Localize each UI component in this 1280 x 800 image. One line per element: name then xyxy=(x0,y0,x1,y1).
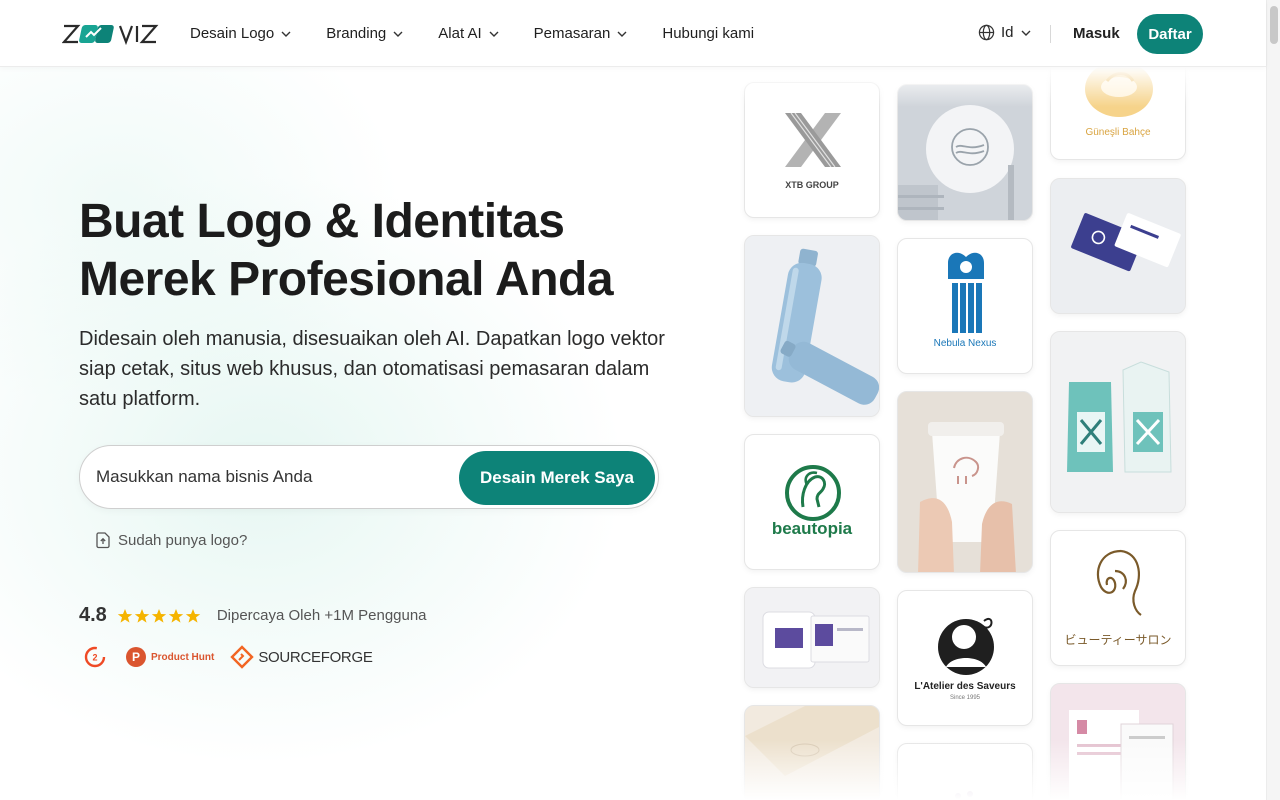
coffee-cup-image xyxy=(898,392,1032,572)
rating-row: 4.8 Dipercaya Oleh +1M Pengguna xyxy=(79,604,427,627)
gallery-tile-bottles[interactable] xyxy=(744,235,880,417)
gallery-tile-coffee-bags[interactable] xyxy=(1050,331,1186,513)
chevron-down-icon xyxy=(281,31,291,37)
atelier-since: Since 1995 xyxy=(949,695,981,701)
business-name-input[interactable] xyxy=(96,446,456,508)
signup-button[interactable]: Daftar xyxy=(1137,14,1203,54)
star-rating xyxy=(117,608,201,624)
nav-desain-logo[interactable]: Desain Logo xyxy=(190,25,292,42)
star-icon xyxy=(185,608,201,623)
sourceforge-logo[interactable]: SOURCEFORGE xyxy=(230,645,373,669)
partial-logo-image xyxy=(955,791,973,799)
language-selector[interactable]: Id xyxy=(978,24,1032,41)
business-name-form: Desain Merek Saya xyxy=(79,445,659,509)
gallery-tile-stationery[interactable] xyxy=(1050,683,1186,800)
trusted-text: Dipercaya Oleh +1M Pengguna xyxy=(216,607,427,624)
g2-logo[interactable]: 2 xyxy=(84,646,106,668)
gunesli-caption: Güneşli Bahçe xyxy=(1085,127,1151,138)
beautopia-logo-image xyxy=(785,465,841,521)
gallery-tile-partial-2[interactable] xyxy=(897,743,1033,800)
nebula-nexus-logo-image xyxy=(948,252,984,333)
chevron-down-icon xyxy=(1021,30,1031,36)
zoviz-logo[interactable] xyxy=(62,22,160,46)
producthunt-label: Product Hunt xyxy=(151,651,215,663)
nav-branding[interactable]: Branding xyxy=(326,25,404,42)
sourceforge-label: SOURCEFORGE xyxy=(258,648,373,666)
hero-title-line-1: Buat Logo & Identitas xyxy=(79,195,565,248)
page-scrollbar[interactable] xyxy=(1266,0,1280,800)
gallery-tile-candles[interactable] xyxy=(744,587,880,688)
star-icon xyxy=(168,608,184,623)
star-icon xyxy=(117,608,133,623)
scrollbar-thumb[interactable] xyxy=(1270,6,1278,44)
nav-alat-ai[interactable]: Alat AI xyxy=(438,25,499,42)
g2-icon: 2 xyxy=(84,646,106,668)
xtb-logo-image xyxy=(785,112,841,168)
salon-logo-image xyxy=(1096,549,1142,616)
hero-title: Buat Logo & Identitas Merek Profesional … xyxy=(79,193,719,309)
hero-title-line-2: Merek Profesional Anda xyxy=(79,253,614,306)
main-nav: Desain Logo Branding Alat AI Pemasaran H… xyxy=(190,0,788,67)
nav-label: Branding xyxy=(326,25,387,42)
gallery-tile-salon[interactable]: ビューティーサロン xyxy=(1050,530,1186,666)
gallery-tile-xtb[interactable]: XTB GROUP xyxy=(744,82,880,218)
chevron-down-icon xyxy=(393,31,403,37)
gallery-tile-nebula[interactable]: Nebula Nexus xyxy=(897,238,1033,374)
svg-text:2: 2 xyxy=(92,653,97,663)
producthunt-icon: P xyxy=(126,647,146,667)
gallery-tile-coffee-cup[interactable] xyxy=(897,391,1033,573)
login-link[interactable]: Masuk xyxy=(1073,25,1120,42)
hero-subtitle: Didesain oleh manusia, disesuaikan oleh … xyxy=(79,328,665,410)
producthunt-logo[interactable]: P Product Hunt xyxy=(126,647,214,667)
upload-file-icon xyxy=(96,532,110,549)
nav-label: Hubungi kami xyxy=(662,25,755,42)
have-logo-label: Sudah punya logo? xyxy=(118,531,248,549)
globe-icon xyxy=(978,24,995,41)
gallery-tile-card-warm[interactable] xyxy=(744,705,880,800)
language-label: Id xyxy=(1001,24,1014,41)
salon-caption: ビューティーサロン xyxy=(1064,633,1172,647)
bluewave-sign-image xyxy=(898,85,1032,220)
atelier-logo-image xyxy=(938,618,994,675)
xtb-caption: XTB GROUP xyxy=(785,180,839,190)
gallery-tile-beautopia[interactable]: beautopia xyxy=(744,434,880,570)
warm-mockup-image xyxy=(745,706,879,800)
star-icon xyxy=(134,608,150,623)
bottle-mockup-image xyxy=(745,236,879,416)
design-brand-button[interactable]: Desain Merek Saya xyxy=(459,451,655,505)
business-card-mockup-image xyxy=(1051,179,1185,313)
star-icon xyxy=(151,608,167,623)
sourceforge-icon xyxy=(230,645,255,669)
nebula-caption: Nebula Nexus xyxy=(933,338,997,349)
nav-hubungi-kami[interactable]: Hubungi kami xyxy=(662,25,754,42)
stationery-mockup-image xyxy=(1051,684,1185,800)
gallery-tile-business-cards[interactable] xyxy=(1050,178,1186,314)
beautopia-caption: beautopia xyxy=(771,519,853,538)
nav-label: Alat AI xyxy=(438,25,482,42)
nav-label: Desain Logo xyxy=(190,25,275,42)
gallery-tile-bluewave-sign[interactable] xyxy=(897,84,1033,221)
atelier-caption: L'Atelier des Saveurs xyxy=(914,681,1016,692)
site-header: Desain Logo Branding Alat AI Pemasaran H… xyxy=(0,0,1266,67)
have-logo-link[interactable]: Sudah punya logo? xyxy=(94,531,247,549)
coffee-bag-mockup-image xyxy=(1051,332,1185,512)
nav-pemasaran[interactable]: Pemasaran xyxy=(534,25,629,42)
nav-label: Pemasaran xyxy=(533,25,611,42)
chevron-down-icon xyxy=(489,31,499,37)
chevron-down-icon xyxy=(617,31,627,37)
candle-mockup-image xyxy=(745,588,879,687)
review-badges: 2 P Product Hunt SOURCEFORGE xyxy=(84,645,373,669)
rating-value: 4.8 xyxy=(79,604,107,626)
gallery-tile-atelier[interactable]: L'Atelier des Saveurs Since 1995 xyxy=(897,590,1033,726)
header-divider xyxy=(1050,25,1051,43)
